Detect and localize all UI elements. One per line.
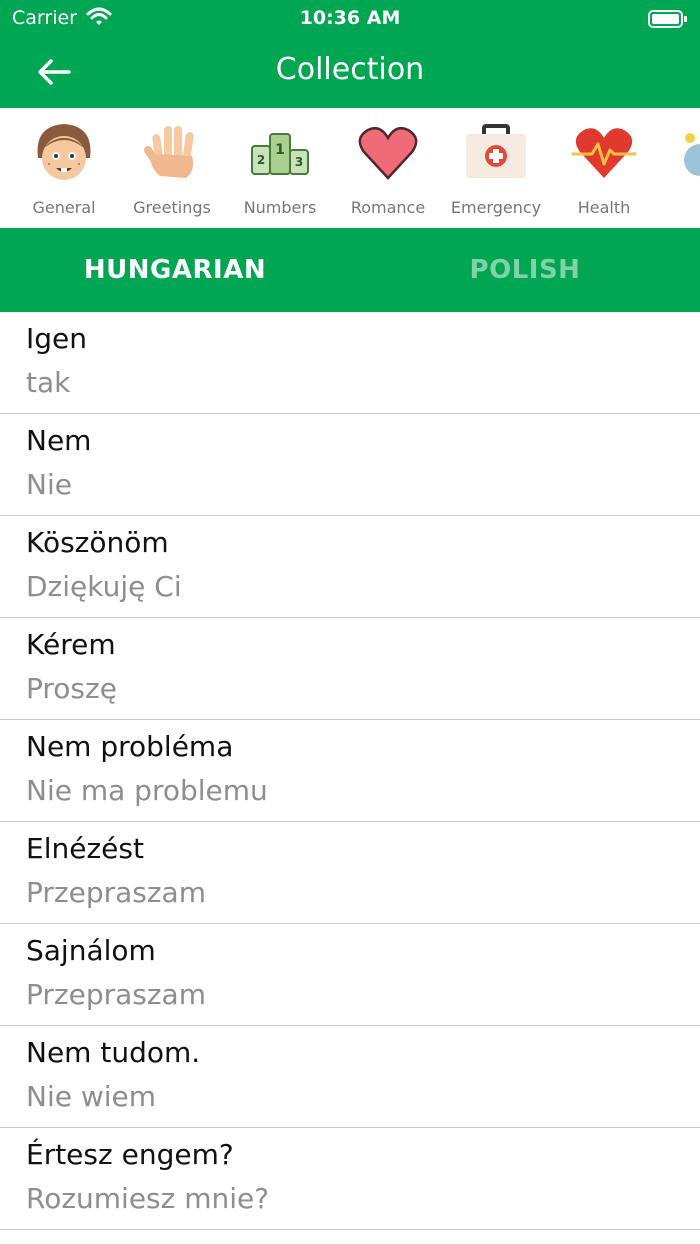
app-header: Carrier 10:36 AM Collection [0,0,700,108]
category-general[interactable]: General [14,114,114,224]
hungarian-phrase: Elnézést [26,832,144,865]
polish-translation: Przepraszam [26,978,206,1011]
list-item[interactable]: Igen tak [0,312,700,414]
hungarian-phrase: Nem tudom. [26,1036,201,1069]
category-label: Health [577,198,631,217]
category-health[interactable]: Health [554,114,654,224]
polish-translation: Proszę [26,672,117,705]
svg-text:2: 2 [257,153,265,167]
polish-translation: Przepraszam [26,876,206,909]
phrase-list: Igen tak Nem Nie Köszönöm Dziękuję Ci Ké… [0,312,700,1230]
tab-hungarian[interactable]: HUNGARIAN [0,228,350,312]
podium-icon: 1 2 3 [251,133,309,175]
list-item[interactable]: Sajnálom Przepraszam [0,924,700,1026]
heart-icon [358,127,418,180]
list-item[interactable]: Elnézést Przepraszam [0,822,700,924]
page-title: Collection [275,52,425,87]
category-emergency[interactable]: Emergency [446,114,546,224]
svg-text:1: 1 [275,142,285,158]
list-item[interactable]: Kérem Proszę [0,618,700,720]
polish-translation: tak [26,366,71,399]
category-label: Greetings [133,198,211,217]
polish-translation: Nie wiem [26,1080,157,1113]
hungarian-phrase: Sajnálom [26,934,156,967]
face-icon [37,124,91,180]
category-numbers[interactable]: 1 2 3 Numbers [230,114,330,224]
list-item[interactable]: Nem Nie [0,414,700,516]
category-strip[interactable]: General Greetings 1 2 3 Numbers Romance [0,108,700,228]
svg-text:3: 3 [295,155,303,169]
list-item[interactable]: Nem tudom. Nie wiem [0,1026,700,1128]
polish-translation: Dziękuję Ci [26,570,182,603]
hungarian-phrase: Kérem [26,628,116,661]
category-label: General [32,198,96,217]
tab-polish[interactable]: POLISH [350,228,700,312]
polish-translation: Nie [26,468,72,501]
hand-icon [144,126,194,178]
list-item[interactable]: Nem probléma Nie ma problemu [0,720,700,822]
hungarian-phrase: Nem probléma [26,730,234,763]
list-item[interactable]: Értesz engem? Rozumiesz mnie? [0,1128,700,1230]
status-time: 10:36 AM [299,7,401,29]
hungarian-phrase: Igen [26,322,88,355]
category-greetings[interactable]: Greetings [122,114,222,224]
navigation-bar: Collection [0,36,700,108]
category-romance[interactable]: Romance [338,114,438,224]
hungarian-phrase: Köszönöm [26,526,169,559]
polish-translation: Nie ma problemu [26,774,268,807]
category-label: Numbers [243,198,317,217]
first-aid-kit-icon [466,124,526,178]
polish-translation: Rozumiesz mnie? [26,1182,270,1215]
category-weather[interactable]: We [662,114,700,224]
hungarian-phrase: Értesz engem? [26,1138,234,1171]
language-tabs: HUNGARIAN POLISH [0,228,700,312]
heartbeat-icon [572,128,636,178]
category-label: We [652,198,700,217]
status-bar: Carrier 10:36 AM [0,0,700,36]
category-label: Romance [350,198,426,217]
list-item[interactable]: Köszönöm Dziękuję Ci [0,516,700,618]
weather-icon [684,133,700,176]
category-label: Emergency [450,198,542,217]
battery-icon [648,9,688,34]
hungarian-phrase: Nem [26,424,92,457]
